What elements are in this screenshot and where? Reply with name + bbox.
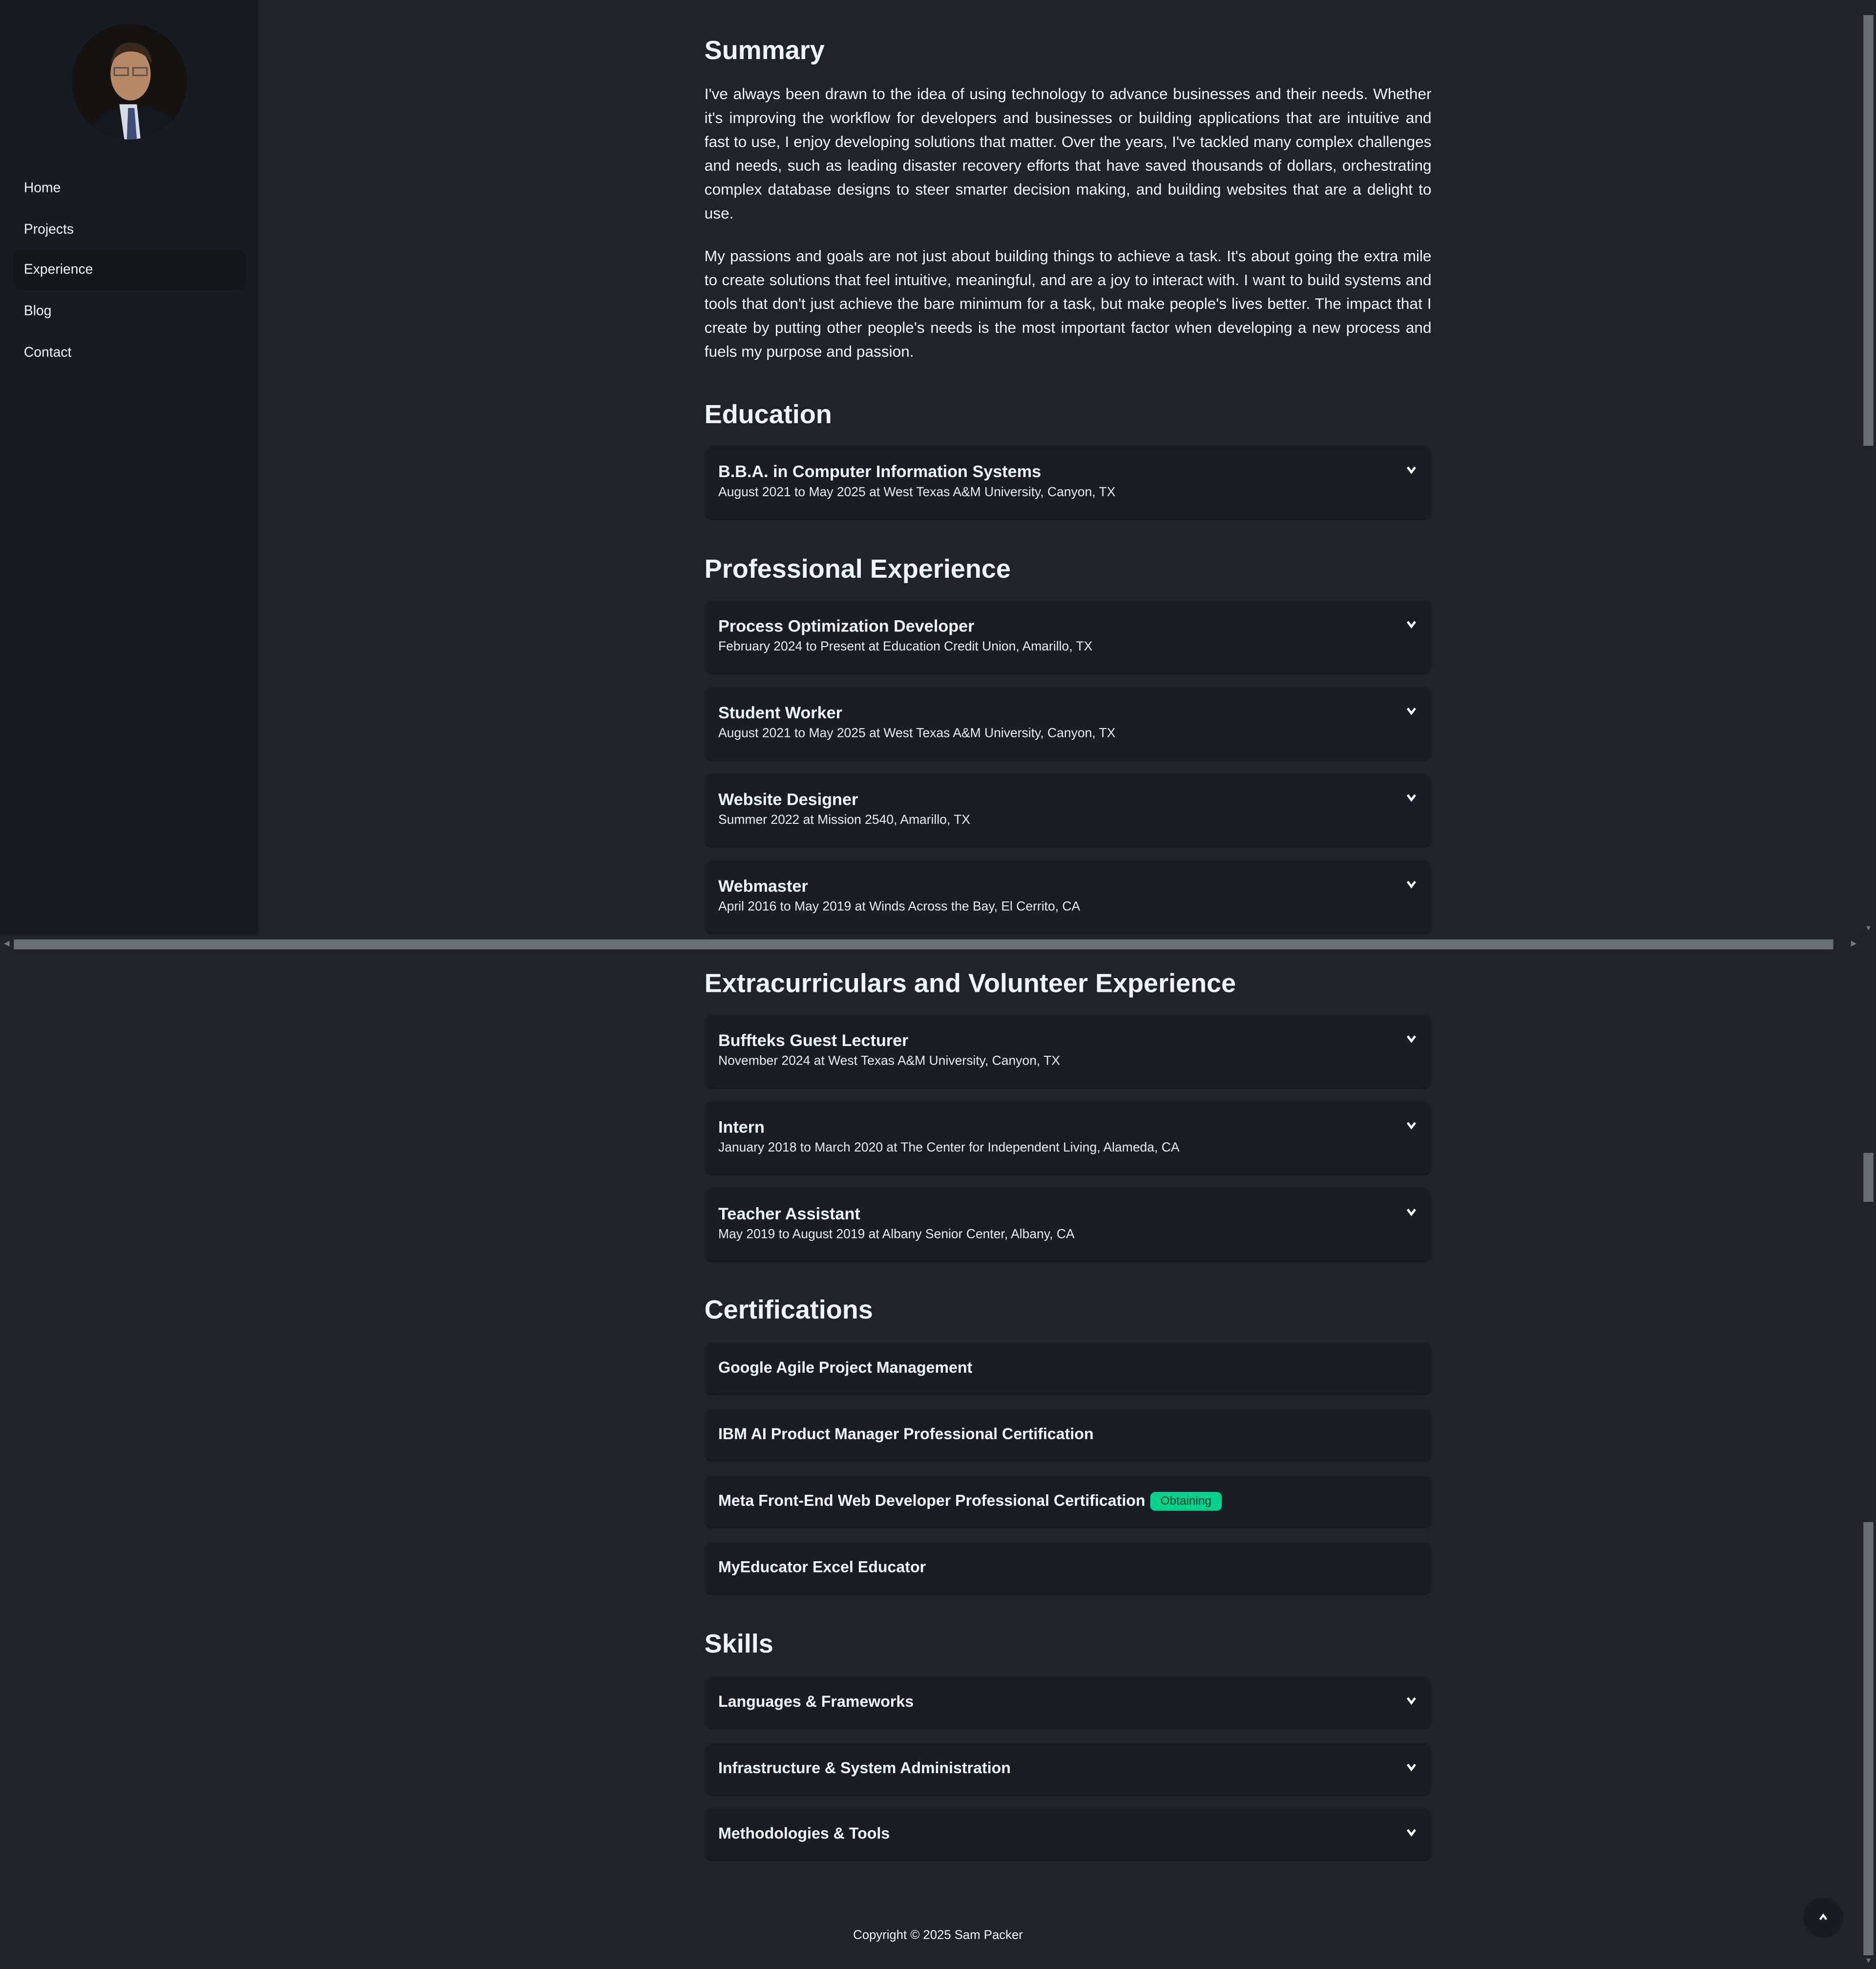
experience-card[interactable]: Process Optimization Developer February …: [704, 600, 1432, 673]
card-title: B.B.A. in Computer Information Systems: [718, 462, 1042, 481]
footer-copyright: Copyright © 2025 Sam Packer: [853, 1928, 1023, 1943]
chevron-down-icon[interactable]: [1404, 618, 1419, 630]
horizontal-scrollbar[interactable]: ◀ ▶: [0, 937, 1864, 952]
back-to-top-button[interactable]: [1803, 1897, 1844, 1938]
certifications-heading: Certifications: [704, 1296, 873, 1325]
horizontal-scrollbar-thumb[interactable]: [14, 939, 1834, 950]
vertical-scrollbar-thumb[interactable]: [1863, 1522, 1874, 1955]
scroll-right-icon[interactable]: ▶: [1851, 940, 1857, 948]
card-title: MyEducator Excel Educator: [718, 1558, 926, 1576]
experience-card[interactable]: Webmaster April 2016 to May 2019 at Wind…: [704, 860, 1432, 933]
certification-card: Google Agile Project Management: [704, 1342, 1432, 1394]
chevron-down-icon[interactable]: [1404, 463, 1419, 476]
vertical-scrollbar[interactable]: ▼ ▼: [1862, 0, 1876, 1969]
card-title: Intern: [718, 1117, 765, 1137]
chevron-down-icon[interactable]: [1404, 1694, 1419, 1707]
experience-card[interactable]: Student Worker August 2021 to May 2025 a…: [704, 687, 1432, 760]
card-title: Infrastructure & System Administration: [718, 1759, 1011, 1777]
sidebar-item-experience[interactable]: Experience: [12, 250, 247, 291]
extracurricular-heading: Extracurriculars and Volunteer Experienc…: [704, 969, 1236, 999]
certification-card: Meta Front-End Web Developer Professiona…: [704, 1475, 1432, 1528]
summary-paragraph: My passions and goals are not just about…: [704, 247, 1432, 361]
profile-photo: [71, 23, 188, 140]
card-subtitle: August 2021 to May 2025 at West Texas A&…: [718, 486, 1116, 500]
sidebar-item-projects[interactable]: Projects: [13, 209, 246, 250]
card-title: IBM AI Product Manager Professional Cert…: [718, 1425, 1094, 1443]
chevron-down-icon[interactable]: [1404, 1206, 1419, 1218]
card-subtitle: April 2016 to May 2019 at Winds Across t…: [718, 900, 1081, 915]
card-subtitle: November 2024 at West Texas A&M Universi…: [718, 1055, 1061, 1069]
extracurricular-card[interactable]: Buffteks Guest Lecturer November 2024 at…: [704, 1014, 1432, 1088]
skills-card[interactable]: Infrastructure & System Administration: [704, 1743, 1432, 1795]
education-card[interactable]: B.B.A. in Computer Information Systems A…: [704, 445, 1432, 519]
sidebar: Home Projects Experience Blog Contact: [0, 0, 259, 936]
education-heading: Education: [704, 400, 832, 430]
skills-card[interactable]: Languages & Frameworks: [704, 1676, 1432, 1728]
scroll-left-icon[interactable]: ◀: [4, 940, 10, 948]
skills-card[interactable]: Methodologies & Tools: [704, 1808, 1432, 1860]
extracurricular-card[interactable]: Intern January 2018 to March 2020 at The…: [704, 1101, 1432, 1174]
chevron-down-icon[interactable]: [1404, 1826, 1419, 1839]
experience-card[interactable]: Website Designer Summer 2022 at Mission …: [704, 774, 1432, 847]
vertical-scrollbar-thumb[interactable]: [1863, 1152, 1874, 1202]
chevron-down-icon[interactable]: [1404, 878, 1419, 891]
chevron-down-icon[interactable]: [1404, 705, 1419, 717]
card-title: Student Worker: [718, 703, 842, 722]
avatar: [71, 23, 188, 140]
card-title: Google Agile Project Management: [718, 1359, 973, 1377]
card-subtitle: February 2024 to Present at Education Cr…: [718, 640, 1093, 654]
card-title: Process Optimization Developer: [718, 616, 975, 636]
extracurricular-card[interactable]: Teacher Assistant May 2019 to August 201…: [704, 1188, 1432, 1261]
sidebar-item-home[interactable]: Home: [13, 168, 246, 209]
scroll-down-icon[interactable]: ▼: [1865, 1958, 1872, 1965]
status-badge: Obtaining: [1150, 1492, 1222, 1511]
chevron-down-icon[interactable]: [1404, 1119, 1419, 1131]
card-title: Website Designer: [718, 790, 858, 809]
sidebar-item-contact[interactable]: Contact: [13, 333, 246, 373]
card-subtitle: May 2019 to August 2019 at Albany Senior…: [718, 1228, 1075, 1242]
chevron-down-icon[interactable]: [1404, 1760, 1419, 1773]
card-title: Languages & Frameworks: [718, 1693, 914, 1711]
certification-card: IBM AI Product Manager Professional Cert…: [704, 1409, 1432, 1461]
vertical-scrollbar-thumb[interactable]: [1863, 15, 1874, 446]
skills-heading: Skills: [704, 1630, 773, 1659]
chevron-up-icon: [1819, 1913, 1828, 1920]
chevron-down-icon[interactable]: [1404, 1032, 1419, 1045]
professional-heading: Professional Experience: [704, 555, 1011, 584]
summary-heading: Summary: [704, 36, 825, 65]
card-title: Webmaster: [718, 876, 808, 896]
card-subtitle: January 2018 to March 2020 at The Center…: [718, 1141, 1180, 1155]
summary-paragraph: I've always been drawn to the idea of us…: [704, 85, 1432, 223]
scroll-down-icon[interactable]: ▼: [1865, 925, 1872, 933]
certification-card: MyEducator Excel Educator: [704, 1542, 1432, 1594]
card-title: Buffteks Guest Lecturer: [718, 1031, 909, 1050]
card-subtitle: August 2021 to May 2025 at West Texas A&…: [718, 727, 1116, 741]
card-subtitle: Summer 2022 at Mission 2540, Amarillo, T…: [718, 814, 971, 828]
sidebar-item-blog[interactable]: Blog: [13, 292, 246, 332]
card-title: Methodologies & Tools: [718, 1824, 890, 1843]
card-title: Meta Front-End Web Developer Professiona…: [718, 1492, 1222, 1511]
chevron-down-icon[interactable]: [1404, 791, 1419, 804]
certification-title: Meta Front-End Web Developer Professiona…: [718, 1492, 1146, 1510]
page: Home Projects Experience Blog Contact Su…: [0, 0, 1876, 1969]
card-title: Teacher Assistant: [718, 1204, 860, 1223]
